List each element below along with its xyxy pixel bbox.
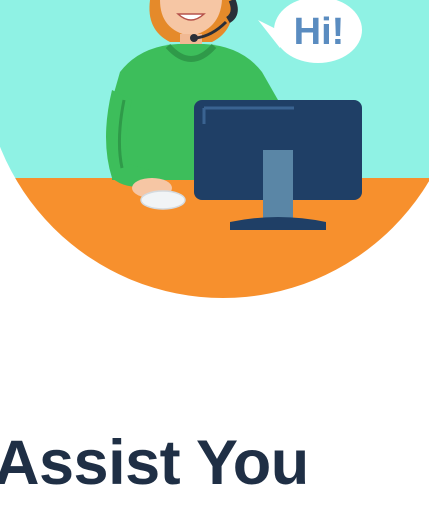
- page-heading: Assist You: [0, 428, 309, 498]
- speech-bubble-text: Hi!: [294, 11, 345, 53]
- computer-mouse: [140, 190, 186, 210]
- support-agent-illustration: Hi!: [0, 0, 429, 320]
